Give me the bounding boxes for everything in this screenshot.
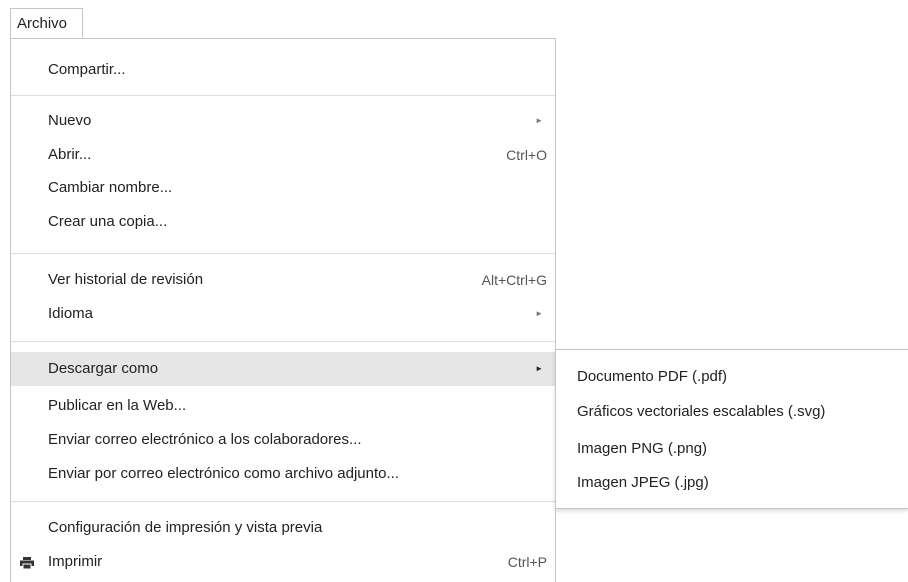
submenu-item-label: Imagen PNG (.png) — [577, 440, 708, 457]
menu-item-label: Idioma — [48, 305, 94, 322]
menu-separator — [11, 95, 555, 96]
menu-bar: Archivo — [0, 0, 908, 41]
menu-item-label: Crear una copia... — [48, 213, 168, 230]
menu-item-label: Descargar como — [48, 360, 159, 377]
submenu-item-png[interactable]: Imagen PNG (.png) — [556, 432, 908, 466]
menu-item-label: Ver historial de revisión — [48, 271, 204, 288]
menu-item-download-as[interactable]: Descargar como ► — [11, 352, 555, 386]
submenu-item-jpeg[interactable]: Imagen JPEG (.jpg) — [556, 466, 908, 500]
menu-item-label: Enviar por correo electrónico como archi… — [48, 465, 400, 482]
submenu-arrow-icon: ► — [535, 364, 543, 373]
menu-item-share[interactable]: Compartir... — [11, 54, 555, 86]
menu-item-print[interactable]: Imprimir Ctrl+P — [11, 546, 555, 578]
menu-separator — [11, 501, 555, 502]
submenu-item-label: Imagen JPEG (.jpg) — [577, 474, 709, 491]
menu-item-label: Configuración de impresión y vista previ… — [48, 519, 323, 536]
menu-item-label: Compartir... — [48, 61, 126, 78]
menu-item-email-attachment[interactable]: Enviar por correo electrónico como archi… — [11, 458, 555, 490]
menu-item-label: Imprimir — [48, 553, 103, 570]
menu-item-open[interactable]: Abrir... Ctrl+O — [11, 139, 555, 171]
menu-item-new[interactable]: Nuevo ► — [11, 105, 555, 137]
shortcut-hint: Ctrl+P — [507, 554, 547, 570]
menu-separator — [11, 341, 555, 342]
menu-item-rename[interactable]: Cambiar nombre... — [11, 172, 555, 204]
download-submenu: Documento PDF (.pdf) Gráficos vectoriale… — [555, 349, 908, 509]
file-menu: Compartir... Nuevo ► Abrir... Ctrl+O Cam… — [10, 38, 556, 582]
menu-item-label: Abrir... — [48, 146, 92, 163]
menu-item-email-collaborators[interactable]: Enviar correo electrónico a los colabora… — [11, 424, 555, 456]
menu-item-label: Nuevo — [48, 112, 92, 129]
submenu-item-label: Gráficos vectoriales escalables (.svg) — [577, 403, 826, 420]
menu-item-language[interactable]: Idioma ► — [11, 298, 555, 330]
menu-item-publish-web[interactable]: Publicar en la Web... — [11, 390, 555, 422]
menu-file[interactable]: Archivo — [10, 8, 83, 38]
menu-item-print-settings[interactable]: Configuración de impresión y vista previ… — [11, 512, 555, 544]
submenu-item-pdf[interactable]: Documento PDF (.pdf) — [556, 360, 908, 394]
shortcut-hint: Ctrl+O — [506, 147, 547, 163]
menu-item-make-copy[interactable]: Crear una copia... — [11, 206, 555, 238]
menu-item-label: Cambiar nombre... — [48, 179, 173, 196]
submenu-arrow-icon: ► — [535, 309, 543, 318]
submenu-arrow-icon: ► — [535, 116, 543, 125]
submenu-item-label: Documento PDF (.pdf) — [577, 368, 728, 385]
menu-item-revision-history[interactable]: Ver historial de revisión Alt+Ctrl+G — [11, 264, 555, 296]
menu-item-label: Enviar correo electrónico a los colabora… — [48, 431, 362, 448]
menu-separator — [11, 253, 555, 254]
shortcut-hint: Alt+Ctrl+G — [481, 272, 547, 288]
submenu-item-svg[interactable]: Gráficos vectoriales escalables (.svg) — [556, 395, 908, 429]
menu-item-label: Publicar en la Web... — [48, 397, 187, 414]
printer-icon — [20, 557, 34, 569]
